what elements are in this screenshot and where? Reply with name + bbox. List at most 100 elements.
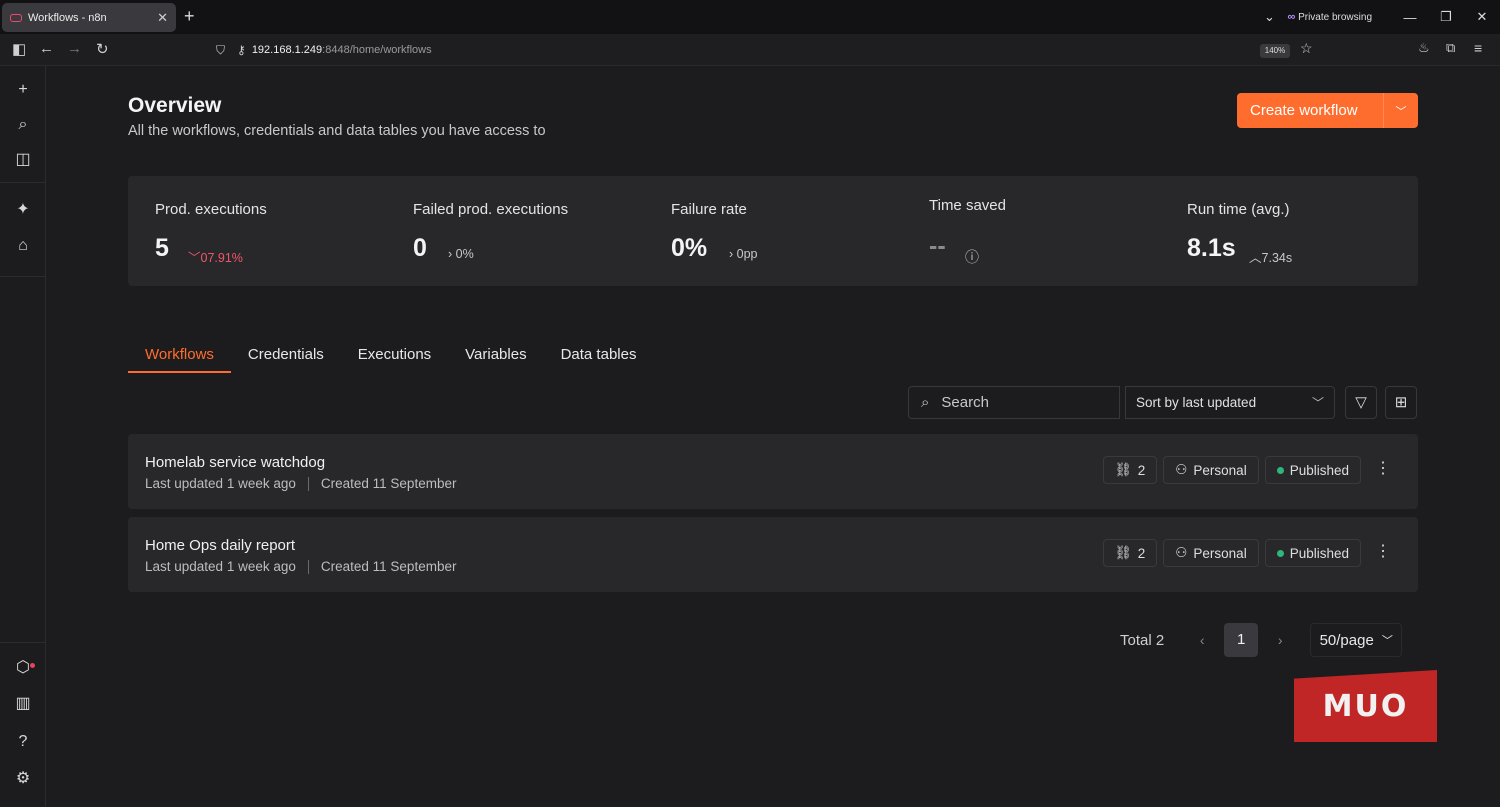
workflow-meta: Last updated 1 week ago Created 11 Septe… — [145, 476, 456, 491]
extensions-icon[interactable]: ⧉ — [1446, 40, 1455, 56]
maximize-icon[interactable]: ❐ — [1428, 9, 1464, 25]
stat-label: Run time (avg.) — [1187, 201, 1290, 218]
trend-down-icon: ﹀ — [188, 251, 201, 265]
help-icon[interactable]: ? — [13, 732, 33, 752]
stat-value: 5 — [155, 234, 169, 262]
muo-watermark-logo: MUO — [1294, 670, 1437, 742]
user-icon: ⚇ — [1175, 545, 1188, 560]
zoom-level-badge[interactable]: 140% — [1260, 44, 1290, 58]
search-input[interactable] — [941, 394, 1092, 411]
stat-label: Failure rate — [671, 201, 747, 218]
workflow-row[interactable]: Home Ops daily report Last updated 1 wee… — [128, 517, 1418, 592]
workflow-name[interactable]: Home Ops daily report — [145, 537, 295, 554]
search-icon[interactable]: ⌕ — [13, 115, 33, 135]
create-workflow-button[interactable]: Create workflow ﹀ — [1237, 93, 1418, 128]
owner-badge[interactable]: ⚇ Personal — [1163, 456, 1259, 484]
sort-select[interactable]: Sort by last updated ﹀ — [1125, 386, 1335, 419]
status-badge[interactable]: Published — [1264, 539, 1361, 567]
insights-chart-icon[interactable]: ▥ — [13, 694, 33, 714]
pagination: Total 2 ‹ 1 › 50/page ﹀ — [1120, 623, 1403, 657]
meta-divider — [307, 559, 309, 574]
workflow-name[interactable]: Homelab service watchdog — [145, 454, 325, 471]
published-dot-icon — [1276, 466, 1284, 474]
sidebar-divider — [0, 642, 46, 643]
trend-up-icon: ︿ — [1249, 251, 1262, 265]
meta-divider — [307, 476, 309, 491]
published-dot-icon — [1276, 549, 1284, 557]
reload-icon[interactable]: ↻ — [96, 40, 109, 58]
user-icon: ⚇ — [1175, 462, 1188, 477]
stat-trend: › 0pp — [729, 247, 758, 261]
page-size-select[interactable]: 50/page ﹀ — [1310, 623, 1403, 657]
tab-credentials[interactable]: Credentials — [231, 336, 341, 373]
tab-data-tables[interactable]: Data tables — [544, 336, 654, 373]
new-tab-button[interactable]: + — [184, 7, 195, 25]
workflow-row[interactable]: Homelab service watchdog Last updated 1 … — [128, 434, 1418, 509]
info-icon[interactable]: ⓘ — [965, 247, 979, 267]
settings-gear-icon[interactable]: ⚙ — [13, 769, 33, 789]
add-icon[interactable]: + — [13, 80, 33, 100]
create-workflow-label: Create workflow — [1250, 102, 1358, 119]
browser-tab-title: Workflows - n8n — [28, 11, 107, 24]
back-arrow-icon[interactable]: ← — [39, 40, 54, 57]
page-title: Overview — [128, 94, 222, 117]
sort-label: Sort by last updated — [1136, 395, 1257, 410]
chevron-down-icon: ﹀ — [1381, 635, 1393, 647]
chevron-down-icon: ﹀ — [1311, 396, 1324, 410]
workflow-updated: Last updated 1 week ago — [145, 559, 296, 574]
home-icon[interactable]: ⌂ — [13, 236, 33, 256]
owner-badge[interactable]: ⚇ Personal — [1163, 539, 1259, 567]
notification-dot — [30, 663, 35, 668]
page-number-button[interactable]: 1 — [1224, 623, 1259, 657]
shield-icon[interactable]: ⛉ — [216, 43, 225, 58]
tab-workflows[interactable]: Workflows — [128, 336, 231, 373]
window-close-icon[interactable]: ✕ — [1464, 9, 1500, 25]
stat-value: 0% — [671, 234, 708, 262]
stat-trend: ﹀07.91% — [188, 251, 243, 265]
address-bar[interactable]: ⛉ ⚷ 192.168.1.249 :8448/home/workflows — [210, 38, 1320, 62]
templates-cube-icon[interactable]: ⬡ — [13, 658, 33, 678]
tab-executions[interactable]: Executions — [341, 336, 448, 373]
new-folder-button[interactable]: ⊞ — [1385, 386, 1417, 419]
private-browsing-label: Private browsing — [1298, 12, 1372, 23]
workflow-meta: Last updated 1 week ago Created 11 Septe… — [145, 559, 456, 574]
more-options-icon[interactable]: ⋮ — [1375, 460, 1391, 478]
sidebar-toggle-icon[interactable]: ◧ — [12, 40, 26, 58]
workflow-created: Created 11 September — [320, 476, 457, 491]
panel-toggle-icon[interactable]: ◫ — [13, 150, 33, 170]
close-tab-icon[interactable]: ✕ — [157, 10, 168, 26]
links-badge[interactable]: ⛓ 2 — [1102, 539, 1158, 567]
prev-page-icon[interactable]: ‹ — [1186, 632, 1218, 648]
private-browsing-indicator: ∞ Private browsing — [1287, 11, 1372, 23]
bookmark-star-icon[interactable]: ☆ — [1300, 40, 1313, 57]
sparkle-icon[interactable]: ✦ — [13, 200, 33, 220]
main-content: Overview All the workflows, credentials … — [46, 66, 1500, 807]
tab-variables[interactable]: Variables — [448, 336, 543, 373]
link-icon: ⛓ — [1114, 545, 1132, 560]
filter-button[interactable]: ▽ — [1345, 386, 1377, 419]
pagination-total: Total 2 — [1120, 631, 1165, 649]
stat-trend: › 0% — [448, 247, 474, 261]
menu-icon[interactable]: ≡ — [1474, 40, 1482, 56]
minimize-icon[interactable]: — — [1392, 10, 1428, 25]
workflow-badges: ⛓ 2 ⚇ Personal Published — [1102, 456, 1361, 484]
chevron-down-icon[interactable]: ﹀ — [1384, 103, 1418, 119]
browser-tab[interactable]: Workflows - n8n ✕ — [2, 3, 176, 32]
resource-tabs: Workflows Credentials Executions Variabl… — [128, 336, 653, 374]
trend-neutral-icon: › — [729, 247, 737, 261]
links-badge[interactable]: ⛓ 2 — [1102, 456, 1158, 484]
fire-icon[interactable]: ♨ — [1418, 40, 1430, 56]
status-badge[interactable]: Published — [1264, 456, 1361, 484]
url-path: :8448/home/workflows — [322, 44, 432, 56]
key-icon[interactable]: ⚷ — [237, 43, 246, 57]
link-icon: ⛓ — [1114, 462, 1132, 477]
app-sidebar: + ⌕ ◫ ✦ ⌂ ⬡ ▥ ? ⚙ — [0, 66, 46, 807]
stat-value: 8.1s — [1187, 234, 1236, 262]
stats-panel: Prod. executions 5 ﹀07.91% Failed prod. … — [128, 176, 1418, 286]
search-box[interactable]: ⌕ — [908, 386, 1120, 419]
forward-arrow-icon[interactable]: → — [67, 40, 82, 57]
stat-label: Prod. executions — [155, 201, 267, 218]
next-page-icon[interactable]: › — [1264, 632, 1296, 648]
more-options-icon[interactable]: ⋮ — [1375, 543, 1391, 561]
list-tabs-chevron-icon[interactable]: ⌄ — [1251, 9, 1287, 25]
